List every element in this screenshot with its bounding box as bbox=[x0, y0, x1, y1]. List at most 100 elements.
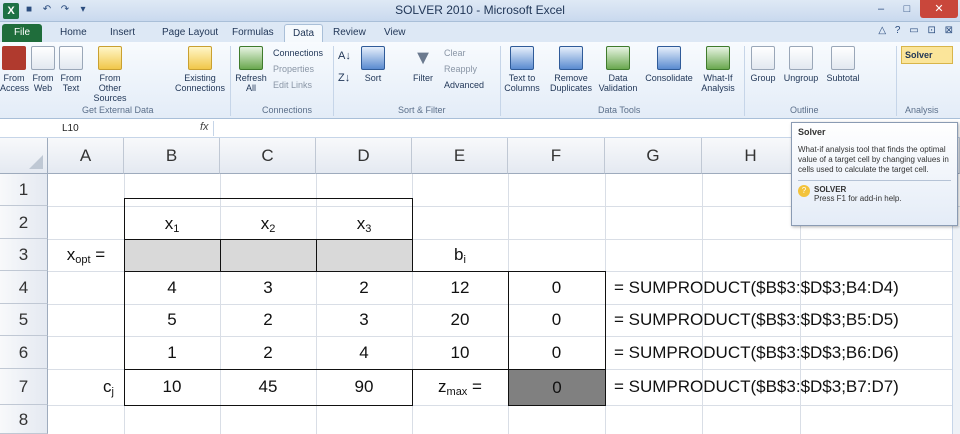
maximize-button[interactable]: □ bbox=[894, 0, 920, 18]
group-sort-filter: Sort & Filter bbox=[398, 105, 446, 115]
row-header-1[interactable]: 1 bbox=[0, 174, 48, 206]
cell-d5[interactable]: 3 bbox=[316, 304, 412, 336]
from-web-button[interactable]: From Web bbox=[30, 46, 56, 93]
insert-function-icon[interactable]: fx bbox=[200, 121, 209, 133]
group-button[interactable]: Group bbox=[748, 46, 778, 83]
formula-row-5[interactable]: = SUMPRODUCT($B$3:$D$3;B5:D5) bbox=[614, 304, 899, 336]
vertical-scrollbar[interactable] bbox=[952, 226, 960, 434]
from-other-label: From Other Sources bbox=[93, 73, 127, 103]
what-if-analysis-button[interactable]: What-If Analysis bbox=[698, 46, 738, 93]
reapply-button[interactable]: Reapply bbox=[444, 64, 477, 74]
tab-view[interactable]: View bbox=[384, 24, 406, 42]
remove-duplicates-button[interactable]: Remove Duplicates bbox=[547, 46, 595, 93]
header-x3-sub: 3 bbox=[365, 223, 372, 235]
existing-connections-button[interactable]: Existing Connections bbox=[174, 46, 226, 93]
xopt-label[interactable]: xopt = bbox=[48, 239, 124, 271]
cell-e5[interactable]: 20 bbox=[412, 304, 508, 336]
edit-links-button[interactable]: Edit Links bbox=[273, 80, 312, 90]
subtotal-button[interactable]: Subtotal bbox=[823, 46, 863, 83]
cell-d6[interactable]: 4 bbox=[316, 336, 412, 369]
cell-e6[interactable]: 10 bbox=[412, 336, 508, 369]
column-header-f[interactable]: F bbox=[508, 138, 605, 174]
tab-home[interactable]: Home bbox=[60, 24, 87, 42]
column-header-a[interactable]: A bbox=[48, 138, 124, 174]
cell-b7[interactable]: 10 bbox=[124, 369, 220, 405]
tab-insert[interactable]: Insert bbox=[110, 24, 135, 42]
tab-page-layout[interactable]: Page Layout bbox=[162, 24, 218, 42]
formula-row-6[interactable]: = SUMPRODUCT($B$3:$D$3;B6:D6) bbox=[614, 336, 899, 369]
row-header-3[interactable]: 3 bbox=[0, 239, 48, 271]
cell-b4[interactable]: 4 bbox=[124, 271, 220, 304]
xopt-cell-d3[interactable] bbox=[316, 239, 413, 272]
from-other-sources-button[interactable]: From Other Sources bbox=[88, 46, 132, 103]
formula-bar-divider bbox=[213, 121, 214, 136]
select-all-corner[interactable] bbox=[0, 138, 48, 174]
row-header-4[interactable]: 4 bbox=[0, 271, 48, 304]
connections-button[interactable]: Connections bbox=[273, 48, 323, 58]
cell-f5[interactable]: 0 bbox=[508, 304, 605, 336]
formula-row-4[interactable]: = SUMPRODUCT($B$3:$D$3;B4:D4) bbox=[614, 271, 899, 304]
row-header-5[interactable]: 5 bbox=[0, 304, 48, 336]
sort-button[interactable]: Sort bbox=[358, 46, 388, 83]
cell-c7[interactable]: 45 bbox=[220, 369, 316, 405]
tab-file[interactable]: File bbox=[2, 24, 42, 42]
cell-c5[interactable]: 2 bbox=[220, 304, 316, 336]
refresh-all-button[interactable]: Refresh All bbox=[234, 46, 268, 93]
advanced-button[interactable]: Advanced bbox=[444, 80, 484, 90]
cell-b5[interactable]: 5 bbox=[124, 304, 220, 336]
solver-label: Solver bbox=[905, 50, 933, 60]
column-header-g[interactable]: G bbox=[605, 138, 702, 174]
header-x1[interactable]: x1 bbox=[124, 208, 220, 240]
cell-f6[interactable]: 0 bbox=[508, 336, 605, 369]
xopt-cell-c3[interactable] bbox=[220, 239, 317, 272]
consolidate-button[interactable]: Consolidate bbox=[644, 46, 694, 83]
text-to-columns-button[interactable]: Text to Columns bbox=[504, 46, 540, 93]
solver-button[interactable]: Solver bbox=[901, 46, 953, 64]
cell-e4[interactable]: 12 bbox=[412, 271, 508, 304]
cell-c6[interactable]: 2 bbox=[220, 336, 316, 369]
column-header-d[interactable]: D bbox=[316, 138, 412, 174]
group-connections: Connections bbox=[262, 105, 313, 115]
formula-row-7[interactable]: = SUMPRODUCT($B$3:$D$3;B7:D7) bbox=[614, 369, 899, 405]
cell-d7[interactable]: 90 bbox=[316, 369, 412, 405]
filter-button[interactable]: ▼ Filter bbox=[408, 46, 438, 83]
from-text-button[interactable]: From Text bbox=[58, 46, 84, 93]
sort-desc-icon[interactable]: Z↓ bbox=[338, 72, 350, 84]
clear-button[interactable]: Clear bbox=[444, 48, 466, 58]
xopt-cell-b3[interactable] bbox=[124, 239, 221, 272]
row-header-2[interactable]: 2 bbox=[0, 206, 48, 239]
column-header-b[interactable]: B bbox=[124, 138, 220, 174]
column-header-h[interactable]: H bbox=[702, 138, 800, 174]
ungroup-icon bbox=[789, 46, 813, 70]
data-validation-button[interactable]: Data Validation bbox=[597, 46, 639, 93]
bi-label[interactable]: bi bbox=[412, 239, 508, 271]
minimize-button[interactable]: – bbox=[868, 0, 894, 18]
cj-label[interactable]: cj bbox=[48, 369, 124, 405]
close-button[interactable]: ✕ bbox=[920, 0, 958, 18]
from-access-button[interactable]: From Access bbox=[0, 46, 29, 93]
filter-label: Filter bbox=[413, 73, 433, 83]
header-x2[interactable]: x2 bbox=[220, 208, 316, 240]
row-header-8[interactable]: 8 bbox=[0, 405, 48, 434]
properties-button[interactable]: Properties bbox=[273, 64, 314, 74]
remove-duplicates-label: Remove Duplicates bbox=[549, 73, 593, 93]
help-icon[interactable]: △ ? ▭ ⊡ ⊠ bbox=[878, 25, 956, 36]
cell-f4[interactable]: 0 bbox=[508, 271, 605, 304]
header-x3[interactable]: x3 bbox=[316, 208, 412, 240]
cell-b6[interactable]: 1 bbox=[124, 336, 220, 369]
tab-review[interactable]: Review bbox=[333, 24, 366, 42]
column-header-c[interactable]: C bbox=[220, 138, 316, 174]
tooltip-divider bbox=[798, 180, 951, 181]
row-header-6[interactable]: 6 bbox=[0, 336, 48, 369]
name-box[interactable]: L10 bbox=[58, 121, 128, 136]
sort-asc-icon[interactable]: A↓ bbox=[338, 50, 351, 62]
cell-d4[interactable]: 2 bbox=[316, 271, 412, 304]
column-header-e[interactable]: E bbox=[412, 138, 508, 174]
ungroup-button[interactable]: Ungroup bbox=[781, 46, 821, 83]
zmax-value-cell[interactable]: 0 bbox=[508, 369, 606, 406]
tab-data[interactable]: Data bbox=[284, 24, 324, 42]
tab-formulas[interactable]: Formulas bbox=[232, 24, 274, 42]
cell-c4[interactable]: 3 bbox=[220, 271, 316, 304]
zmax-label[interactable]: zmax = bbox=[412, 369, 508, 405]
row-header-7[interactable]: 7 bbox=[0, 369, 48, 405]
